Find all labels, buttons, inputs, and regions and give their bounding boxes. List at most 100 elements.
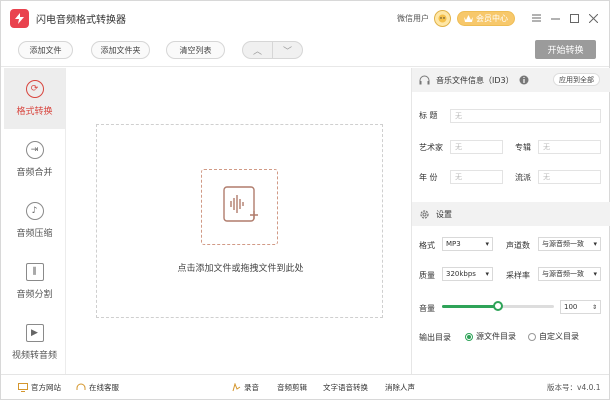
sidebar-item-label: 格式转换 xyxy=(16,107,53,117)
settings-title: 设置 xyxy=(436,209,452,219)
compress-icon: ♪ xyxy=(25,202,44,220)
radio-unchecked-icon xyxy=(528,332,536,341)
promo-link-audio-edit[interactable]: 音频剪辑 xyxy=(277,382,307,393)
add-file-button[interactable]: 添加文件 xyxy=(18,41,73,59)
merge-icon: ⇥ xyxy=(25,141,44,159)
radio-checked-icon xyxy=(465,332,473,341)
close-icon[interactable] xyxy=(584,9,603,28)
website-link[interactable]: 官方网站 xyxy=(18,382,61,393)
add-audio-icon[interactable] xyxy=(201,169,278,245)
split-icon: ⫼ xyxy=(25,263,44,281)
title-label: 标 题 xyxy=(419,111,438,120)
refresh-icon: ⟳ xyxy=(25,80,44,98)
year-label: 年 份 xyxy=(419,173,438,182)
headphones-icon xyxy=(419,75,430,85)
video-icon: ▶ xyxy=(25,324,44,342)
sidebar-item-audio-split[interactable]: ⫼ 音频分割 xyxy=(4,251,65,312)
hand-pointer-icon xyxy=(232,382,241,391)
stepper-icon: ⇕ xyxy=(591,303,597,311)
toolbar: 添加文件 添加文件夹 清空列表 ︿ ﹀ 开始转换 xyxy=(1,35,609,67)
arrow-down-icon[interactable]: ﹀ xyxy=(273,42,302,58)
add-folder-button[interactable]: 添加文件夹 xyxy=(91,41,150,59)
title-field[interactable]: 无 xyxy=(450,109,601,123)
avatar[interactable] xyxy=(434,9,451,27)
monitor-icon xyxy=(18,382,28,392)
output-custom-label: 自定义目录 xyxy=(539,332,579,341)
sidebar-item-label: 音频分割 xyxy=(16,290,53,300)
maximize-icon[interactable] xyxy=(565,9,584,28)
apply-to-all-button[interactable]: 应用到全部 xyxy=(553,73,600,86)
samplerate-value: 与源音频一致 xyxy=(542,270,584,278)
promo-label: 消除人声 xyxy=(385,382,415,392)
volume-label: 音量 xyxy=(419,304,435,313)
arrow-up-icon[interactable]: ︿ xyxy=(243,42,273,58)
promo-label: 文字语音转换 xyxy=(323,382,368,392)
title-bar: 闪电音频格式转换器 微信用户 会员中心 xyxy=(1,1,609,35)
sidebar-item-format-convert[interactable]: ⟳ 格式转换 xyxy=(4,68,65,129)
app-title: 闪电音频格式转换器 xyxy=(36,14,126,26)
support-link[interactable]: 在线客服 xyxy=(76,382,119,393)
quality-select[interactable]: 320kbps ▾ xyxy=(442,267,493,281)
start-convert-button[interactable]: 开始转换 xyxy=(535,40,596,59)
crown-icon xyxy=(464,14,473,22)
sidebar: ⟳ 格式转换 ⇥ 音频合并 ♪ 音频压缩 ⫼ 音频分割 ▶ 视频转音频 xyxy=(4,68,66,374)
artist-field[interactable]: 无 xyxy=(450,140,503,154)
chevron-down-icon: ▾ xyxy=(485,240,489,248)
sidebar-item-label: 音频合并 xyxy=(16,168,53,178)
album-field[interactable]: 无 xyxy=(538,140,601,154)
id3-title: 音乐文件信息（ID3） xyxy=(436,75,514,85)
samplerate-label: 采样率 xyxy=(506,271,530,280)
promo-link-record[interactable]: 录音 xyxy=(231,382,259,393)
app-window: 闪电音频格式转换器 微信用户 会员中心 添加文件 添加文件夹 清空列表 ︿ ﹀ … xyxy=(0,0,610,400)
output-label: 输出目录 xyxy=(419,333,451,342)
channels-label: 声道数 xyxy=(506,241,530,250)
sidebar-item-label: 视频转音频 xyxy=(11,351,57,361)
sidebar-item-audio-compress[interactable]: ♪ 音频压缩 xyxy=(4,190,65,251)
move-arrows: ︿ ﹀ xyxy=(242,41,303,59)
app-logo-icon xyxy=(10,8,29,28)
menu-icon[interactable] xyxy=(527,9,546,28)
chevron-down-icon: ▾ xyxy=(485,270,489,278)
artist-label: 艺术家 xyxy=(419,143,443,152)
id3-section-header: 音乐文件信息（ID3） 应用到全部 xyxy=(412,68,610,92)
format-value: MP3 xyxy=(446,240,461,248)
channels-select[interactable]: 与源音频一致 ▾ xyxy=(538,237,601,251)
samplerate-select[interactable]: 与源音频一致 ▾ xyxy=(538,267,601,281)
sidebar-item-video-to-audio[interactable]: ▶ 视频转音频 xyxy=(4,312,65,373)
album-label: 专辑 xyxy=(515,143,531,152)
vip-label: 会员中心 xyxy=(476,13,508,23)
chevron-down-icon: ▾ xyxy=(593,240,597,248)
right-panel: 音乐文件信息（ID3） 应用到全部 标 题 无 艺术家 无 专辑 无 年 份 无… xyxy=(411,68,610,374)
volume-value: 100 xyxy=(564,303,578,311)
promo-link-vocal-remove[interactable]: 消除人声 xyxy=(385,382,415,393)
promo-link-tts[interactable]: 文字语音转换 xyxy=(323,382,368,393)
year-field[interactable]: 无 xyxy=(450,170,503,184)
username[interactable]: 微信用户 xyxy=(397,13,429,24)
clear-list-button[interactable]: 清空列表 xyxy=(166,41,225,59)
drop-zone[interactable]: 点击添加文件或拖拽文件到此处 xyxy=(96,124,383,318)
website-label: 官方网站 xyxy=(31,382,61,392)
info-icon[interactable] xyxy=(519,75,529,85)
quality-label: 质量 xyxy=(419,271,435,280)
format-select[interactable]: MP3 ▾ xyxy=(442,237,493,251)
output-custom-radio[interactable]: 自定义目录 xyxy=(528,331,579,342)
volume-knob[interactable] xyxy=(493,301,503,311)
format-label: 格式 xyxy=(419,241,435,250)
gear-icon xyxy=(420,209,429,219)
promo-label: 音频剪辑 xyxy=(277,382,307,392)
output-source-radio[interactable]: 源文件目录 xyxy=(465,331,516,342)
vip-center-button[interactable]: 会员中心 xyxy=(457,10,515,26)
volume-slider[interactable] xyxy=(442,301,554,311)
volume-input[interactable]: 100 ⇕ xyxy=(560,300,601,314)
drop-hint: 点击添加文件或拖拽文件到此处 xyxy=(177,264,304,274)
channels-value: 与源音频一致 xyxy=(542,240,584,248)
quality-value: 320kbps xyxy=(446,270,476,278)
minimize-icon[interactable] xyxy=(546,9,565,28)
sidebar-item-audio-merge[interactable]: ⇥ 音频合并 xyxy=(4,129,65,190)
main-area: 点击添加文件或拖拽文件到此处 xyxy=(66,68,411,374)
chevron-down-icon: ▾ xyxy=(593,270,597,278)
settings-section-header: 设置 xyxy=(412,202,610,226)
status-bar: 官方网站 在线客服 录音 音频剪辑 文字语音转换 消除人声 版本号：v4.0.1 xyxy=(1,374,609,399)
genre-field[interactable]: 无 xyxy=(538,170,601,184)
version-text: 版本号：v4.0.1 xyxy=(547,382,601,392)
